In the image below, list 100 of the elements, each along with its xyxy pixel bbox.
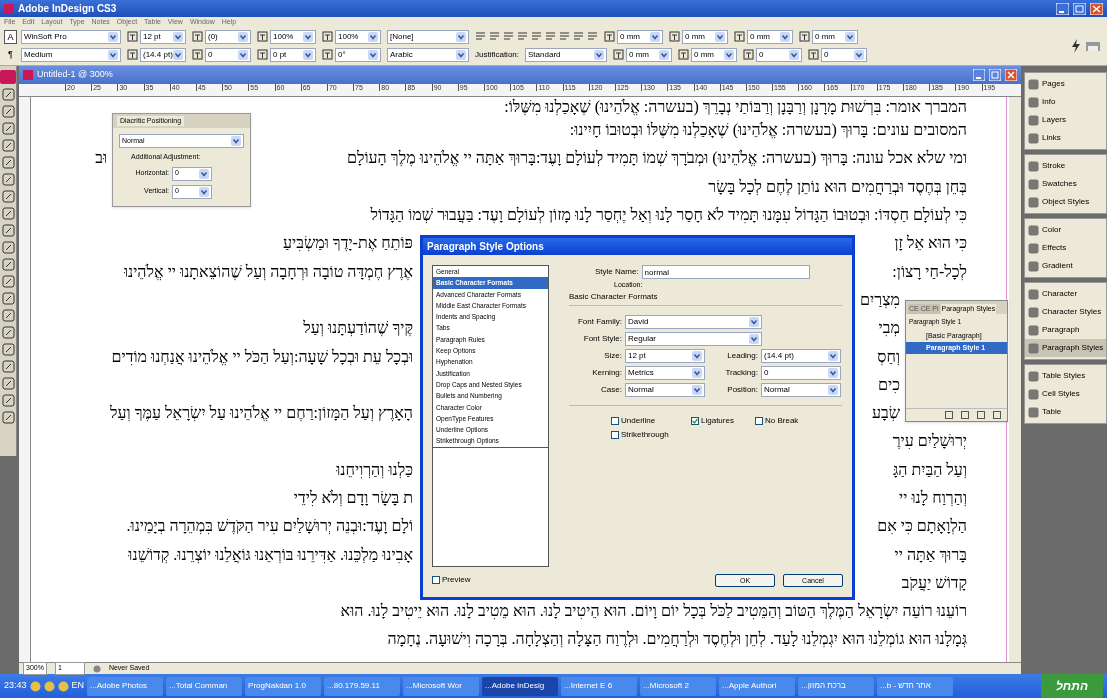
tool-icon[interactable] [1, 156, 15, 169]
mode-button[interactable]: ¶ [4, 47, 17, 61]
tool-icon[interactable] [1, 258, 15, 271]
tool-icon[interactable] [1, 241, 15, 254]
checkbox[interactable]: Ligatures [691, 414, 755, 427]
checkbox[interactable]: Preview [432, 574, 471, 586]
align-icon[interactable] [559, 31, 570, 42]
tool-icon[interactable] [1, 275, 15, 288]
dropdown[interactable]: Normal [761, 382, 841, 397]
panel-button[interactable]: Character [1025, 285, 1107, 303]
maximize-icon[interactable] [1073, 2, 1086, 15]
close-icon[interactable] [1090, 2, 1103, 15]
dropdown[interactable]: WinSoft Pro [21, 29, 121, 44]
dropdown[interactable]: 12 pt [625, 348, 705, 363]
tool-icon[interactable] [1, 377, 15, 390]
dropdown[interactable]: 0 [761, 365, 841, 380]
panel-button[interactable]: Effects [1025, 239, 1107, 257]
panel-button[interactable]: Swatches [1025, 175, 1107, 193]
language-indicator[interactable]: EN [71, 679, 85, 693]
tool-icon[interactable] [1, 309, 15, 322]
panel-icon [1028, 388, 1039, 400]
panel-button[interactable]: Cell Styles [1025, 385, 1107, 403]
dropdown[interactable]: (14.4 pt) [140, 47, 186, 62]
tool-icon[interactable] [1, 360, 15, 373]
panel-button[interactable]: Paragraph Styles [1025, 339, 1107, 357]
dropdown[interactable]: Regular [625, 331, 762, 346]
dropdown[interactable]: 0 mm [747, 29, 793, 44]
dropdown[interactable]: David [625, 314, 762, 329]
align-icon[interactable] [545, 31, 556, 42]
maximize-icon[interactable] [989, 69, 1001, 81]
text-line: שְׂבָע [871, 405, 900, 422]
dropdown[interactable]: 100% [335, 29, 381, 44]
align-icon[interactable] [503, 31, 514, 42]
scrollbar[interactable] [1009, 97, 1021, 662]
dropdown[interactable]: Normal [625, 382, 705, 397]
panel-button[interactable]: Info [1025, 93, 1107, 111]
close-icon[interactable] [1005, 69, 1017, 81]
taskbar-button[interactable]: ...Adobe InDesig [482, 676, 559, 696]
panel-button[interactable]: Object Styles [1025, 193, 1107, 211]
checkbox[interactable]: Strikethrough [611, 428, 691, 441]
tool-icon[interactable] [1, 139, 15, 152]
panel-button[interactable]: Paragraph [1025, 321, 1107, 339]
caret-icon [845, 31, 855, 42]
dropdown[interactable]: 0° [335, 47, 381, 62]
panel-button[interactable]: Gradient [1025, 257, 1107, 275]
checkbox[interactable]: Underline [611, 414, 691, 427]
lightning-icon[interactable] [1071, 38, 1081, 53]
panel-button[interactable]: Table Styles [1025, 367, 1107, 385]
dropdown[interactable]: Medium [21, 47, 121, 62]
align-icon[interactable] [531, 31, 542, 42]
dropdown[interactable]: Metrics [625, 365, 705, 380]
dropdown[interactable]: 0 mm [682, 29, 728, 44]
dropdown[interactable]: 0 mm [617, 29, 663, 44]
tool-icon[interactable] [1, 292, 15, 305]
dropdown[interactable]: 12 pt [140, 29, 186, 44]
panel-button[interactable]: Table [1025, 403, 1107, 421]
caret-icon [650, 31, 660, 42]
tool-icon[interactable] [1, 411, 15, 424]
dropdown[interactable]: 100% [270, 29, 316, 44]
start-button[interactable]: התחל [1041, 674, 1103, 698]
minimize-icon[interactable] [1056, 2, 1069, 15]
dropdown[interactable]: [None] [387, 29, 469, 44]
dropdown[interactable]: 0 mm [626, 47, 673, 62]
align-icon[interactable] [573, 31, 584, 42]
caret-icon [199, 168, 209, 179]
dropdown[interactable]: 0 mm [691, 47, 738, 62]
dropdown[interactable]: 0 pt [270, 47, 316, 62]
panel-button[interactable]: Stroke [1025, 157, 1107, 175]
tool-icon[interactable] [1, 326, 15, 339]
align-icon[interactable] [489, 31, 500, 42]
tool-icon[interactable] [1, 122, 15, 135]
tool-icon[interactable] [1, 343, 15, 356]
panel-button[interactable]: Links [1025, 129, 1107, 147]
tool-icon[interactable] [1, 105, 15, 118]
dropdown[interactable]: Arabic [387, 47, 469, 62]
checkbox[interactable]: No Break [755, 414, 825, 427]
text-line: המברך אומר: בִּרְשׁוּת מָרָנָן וְרַבָּנָן וְרַבּוֹתַי נְבָרֵךְ (בעשרה: אֱלֹהֵינוּ) שֶׁאָכַלְנוּ מִשֶּׁלּוֹ: [504, 98, 967, 115]
panel-button[interactable]: Pages [1025, 75, 1107, 93]
minimize-icon[interactable] [973, 69, 985, 81]
dropdown[interactable]: Standard [525, 47, 608, 62]
panel-button[interactable]: Layers [1025, 111, 1107, 129]
style-name-field[interactable]: normal [641, 265, 810, 279]
dropdown[interactable]: 0 [821, 47, 868, 62]
tool-icon[interactable] [1, 207, 15, 220]
dropdown[interactable]: 0 [756, 47, 803, 62]
tool-icon[interactable] [1, 88, 15, 101]
tool-icon[interactable] [1, 394, 15, 407]
align-icon[interactable] [475, 31, 486, 42]
dropdown[interactable]: (0) [205, 29, 251, 44]
panel-button[interactable]: Color [1025, 221, 1107, 239]
dropdown[interactable]: 0 mm [812, 29, 858, 44]
dropdown[interactable]: (14.4 pt) [761, 348, 841, 363]
align-icon[interactable] [587, 31, 598, 42]
align-icon[interactable] [517, 31, 528, 42]
tool-icon[interactable] [1, 190, 15, 203]
tool-icon[interactable] [1, 224, 15, 237]
mode-button[interactable]: A [4, 30, 17, 44]
dropdown[interactable]: 0 [205, 47, 251, 62]
panel-button[interactable]: Character Styles [1025, 303, 1107, 321]
tool-icon[interactable] [1, 173, 15, 186]
